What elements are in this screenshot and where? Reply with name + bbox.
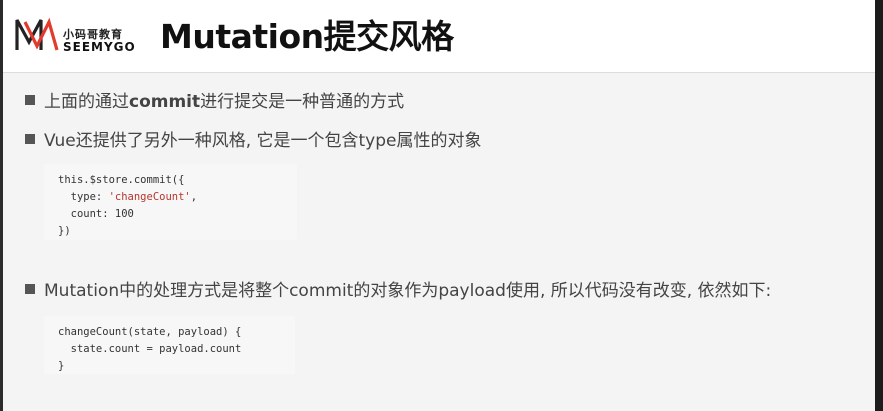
code-line: this.$store.commit({ — [58, 174, 185, 186]
code-line: changeCount(state, payload) { — [58, 326, 242, 338]
bullet-text-bold: commit — [129, 92, 201, 112]
code-line: }) — [58, 225, 71, 237]
code-block-commit-object: this.$store.commit({ type: 'changeCount'… — [44, 164, 297, 240]
bullet-text: Mutation中的处理方式是将整个commit的对象作为payload使用, … — [44, 281, 772, 301]
bullet-text-part: 进行提交是一种普通的方式 — [200, 92, 405, 112]
code-block-mutation-handler: changeCount(state, payload) { state.coun… — [44, 316, 295, 374]
bullet-text-part: 上面的通过 — [44, 92, 129, 112]
bullet-text: Vue还提供了另外一种风格, 它是一个包含type属性的对象 — [44, 131, 482, 151]
brand-name-english: SEEMYGO — [63, 40, 136, 54]
code-line: state.count = payload.count — [58, 343, 242, 355]
bullet-text: 上面的通过commit进行提交是一种普通的方式 — [44, 87, 404, 112]
seemygo-m-logo-icon — [15, 17, 59, 51]
square-bullet-icon — [25, 283, 35, 294]
code-line: type: 'changeCount', — [58, 191, 197, 203]
bullet-item-payload: Mutation中的处理方式是将整个commit的对象作为payload使用, … — [25, 276, 771, 301]
brand-logo: 小码哥教育 SEEMYGO — [14, 12, 144, 60]
slide-title: Mutation提交风格 — [160, 17, 454, 56]
code-line: count: 100 — [58, 208, 134, 220]
square-bullet-icon — [25, 94, 35, 105]
square-bullet-icon — [25, 133, 35, 144]
bullet-item-commit: 上面的通过commit进行提交是一种普通的方式 — [25, 87, 404, 112]
code-token: type: — [58, 191, 109, 203]
code-line: } — [58, 360, 65, 372]
code-string-token: 'changeCount' — [108, 191, 191, 203]
right-frame-border — [875, 0, 883, 411]
code-token: , — [190, 191, 198, 203]
bullet-item-style: Vue还提供了另外一种风格, 它是一个包含type属性的对象 — [25, 126, 482, 151]
